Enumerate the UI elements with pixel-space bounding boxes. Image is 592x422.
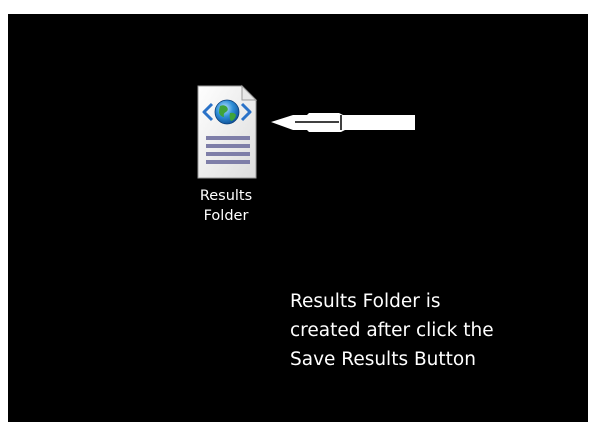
icon-label-line: Results — [199, 188, 253, 204]
results-folder-shortcut[interactable]: Results Folder — [176, 82, 276, 226]
html-document-icon — [197, 84, 258, 179]
pointer-arrow-icon — [271, 113, 415, 132]
results-folder-label: Results Folder — [176, 186, 276, 226]
icon-label-line: Folder — [203, 208, 249, 224]
desktop-background: Results Folder Results Folder is created… — [8, 14, 588, 422]
caption-line: Results Folder is — [290, 291, 441, 312]
caption-line: created after click the — [290, 320, 494, 341]
annotation-caption: Results Folder is created after click th… — [290, 287, 580, 374]
caption-line: Save Results Button — [290, 349, 476, 370]
